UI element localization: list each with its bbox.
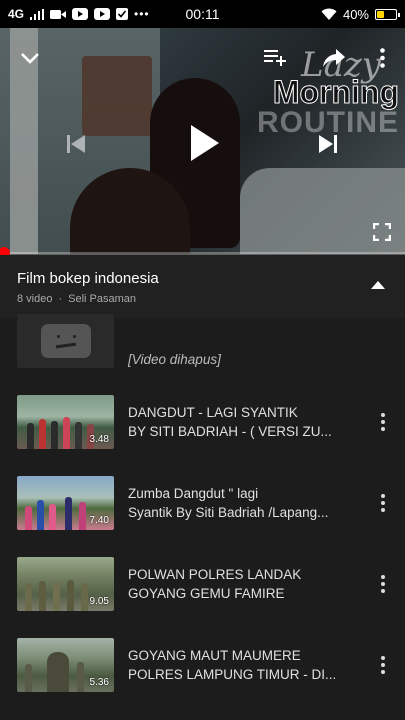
more-horizontal-icon: ••• [134, 7, 150, 21]
add-to-queue-icon [264, 50, 286, 66]
video-title: [Video dihapus] [128, 352, 221, 367]
playlist-items: [Video dihapus] 3.48 DANGDUT - LAGI SYAN… [0, 314, 405, 705]
signal-icon [30, 8, 45, 20]
video-title-line-1: POLWAN POLRES LANDAK [128, 566, 302, 582]
deleted-video-icon [40, 324, 91, 358]
video-thumbnail: 7.40 [17, 476, 114, 530]
video-title: DANGDUT - LAGI SYANTIK BY SITI BADRIAH -… [128, 403, 353, 441]
video-title-line-2: POLRES LAMPUNG TIMUR - DI... [128, 666, 337, 682]
overlay-line-2: Morning [272, 74, 399, 110]
play-icon [191, 125, 219, 161]
check-box-icon [116, 8, 129, 20]
playlist-header[interactable]: Film bokep indonesia 8 video · Seli Pasama… [0, 255, 405, 318]
youtube-icon [94, 8, 111, 20]
video-thumbnail: 5.36 [17, 637, 114, 692]
video-thumbnail [17, 314, 114, 368]
play-button[interactable] [180, 118, 230, 168]
skip-previous-icon [67, 135, 85, 153]
next-button[interactable] [312, 128, 344, 160]
list-item[interactable]: 3.48 DANGDUT - LAGI SYANTIK BY SITI BADR… [0, 380, 405, 463]
share-button[interactable] [320, 44, 348, 72]
collapse-playlist-button[interactable] [367, 277, 389, 293]
list-item[interactable]: [Video dihapus] [0, 314, 405, 380]
video-title-line-1: DANGDUT - LAGI SYANTIK [128, 404, 298, 420]
previous-button[interactable] [60, 128, 92, 160]
player-more-button[interactable] [372, 44, 392, 72]
playlist-video-count: 8 video [17, 293, 53, 305]
network-label: 4G [8, 7, 25, 21]
list-item[interactable]: 7.40 Zumba Dangdut " lagi Syantik By Sit… [0, 463, 405, 543]
chevron-down-icon [21, 53, 39, 64]
video-player[interactable]: Lazy Morning ROUTINE [0, 28, 405, 254]
list-item[interactable]: 9.05 POLWAN POLRES LANDAK GOYANG GEMU FA… [0, 543, 405, 624]
video-title: POLWAN POLRES LANDAK GOYANG GEMU FAMIRE [128, 565, 353, 603]
video-title-line-1: GOYANG MAUT MAUMERE [128, 647, 301, 663]
chevron-up-icon [371, 281, 385, 289]
video-thumbnail: 3.48 [17, 394, 114, 449]
video-duration: 3.48 [89, 433, 109, 445]
video-duration: 7.40 [89, 515, 109, 526]
video-duration: 9.05 [89, 595, 109, 607]
separator-dot: · [58, 293, 63, 305]
share-icon [323, 49, 345, 67]
more-vert-icon [379, 48, 385, 68]
video-camera-icon [50, 9, 67, 20]
playlist-title: Film bokep indonesia [17, 270, 159, 287]
skip-next-icon [319, 135, 337, 153]
video-title-line-2: Syantik By Siti Badriah /Lapang... [128, 505, 329, 520]
video-duration: 5.36 [89, 676, 109, 688]
battery-percent: 40% [342, 6, 369, 22]
playlist-meta: 8 video · Seli Pasaman [17, 293, 388, 305]
video-title: Zumba Dangdut " lagi Syantik By Siti Bad… [128, 484, 353, 522]
add-to-queue-button[interactable] [262, 44, 290, 72]
video-title-line-2: BY SITI BADRIAH - ( VERSI ZU... [128, 423, 332, 439]
video-thumbnail: 9.05 [17, 556, 114, 611]
item-more-button[interactable] [375, 491, 391, 515]
list-item[interactable]: 5.36 GOYANG MAUT MAUMERE POLRES LAMPUNG … [0, 624, 405, 705]
minimize-button[interactable] [16, 44, 44, 72]
battery-icon [375, 8, 400, 20]
item-more-button[interactable] [375, 410, 391, 434]
playlist-owner: Seli Pasaman [68, 293, 137, 305]
video-title-line-2: GOYANG GEMU FAMIRE [128, 585, 285, 601]
youtube-icon [72, 8, 89, 20]
video-title-line-1: Zumba Dangdut " lagi [128, 486, 259, 501]
wifi-icon [321, 8, 337, 20]
video-title: GOYANG MAUT MAUMERE POLRES LAMPUNG TIMUR… [128, 646, 353, 684]
fullscreen-icon [373, 223, 391, 241]
status-bar: 4G ••• 00:11 40% [0, 0, 405, 28]
item-more-button[interactable] [375, 572, 391, 596]
battery-level [377, 10, 384, 18]
fullscreen-button[interactable] [368, 218, 396, 246]
item-more-button[interactable] [375, 653, 391, 677]
